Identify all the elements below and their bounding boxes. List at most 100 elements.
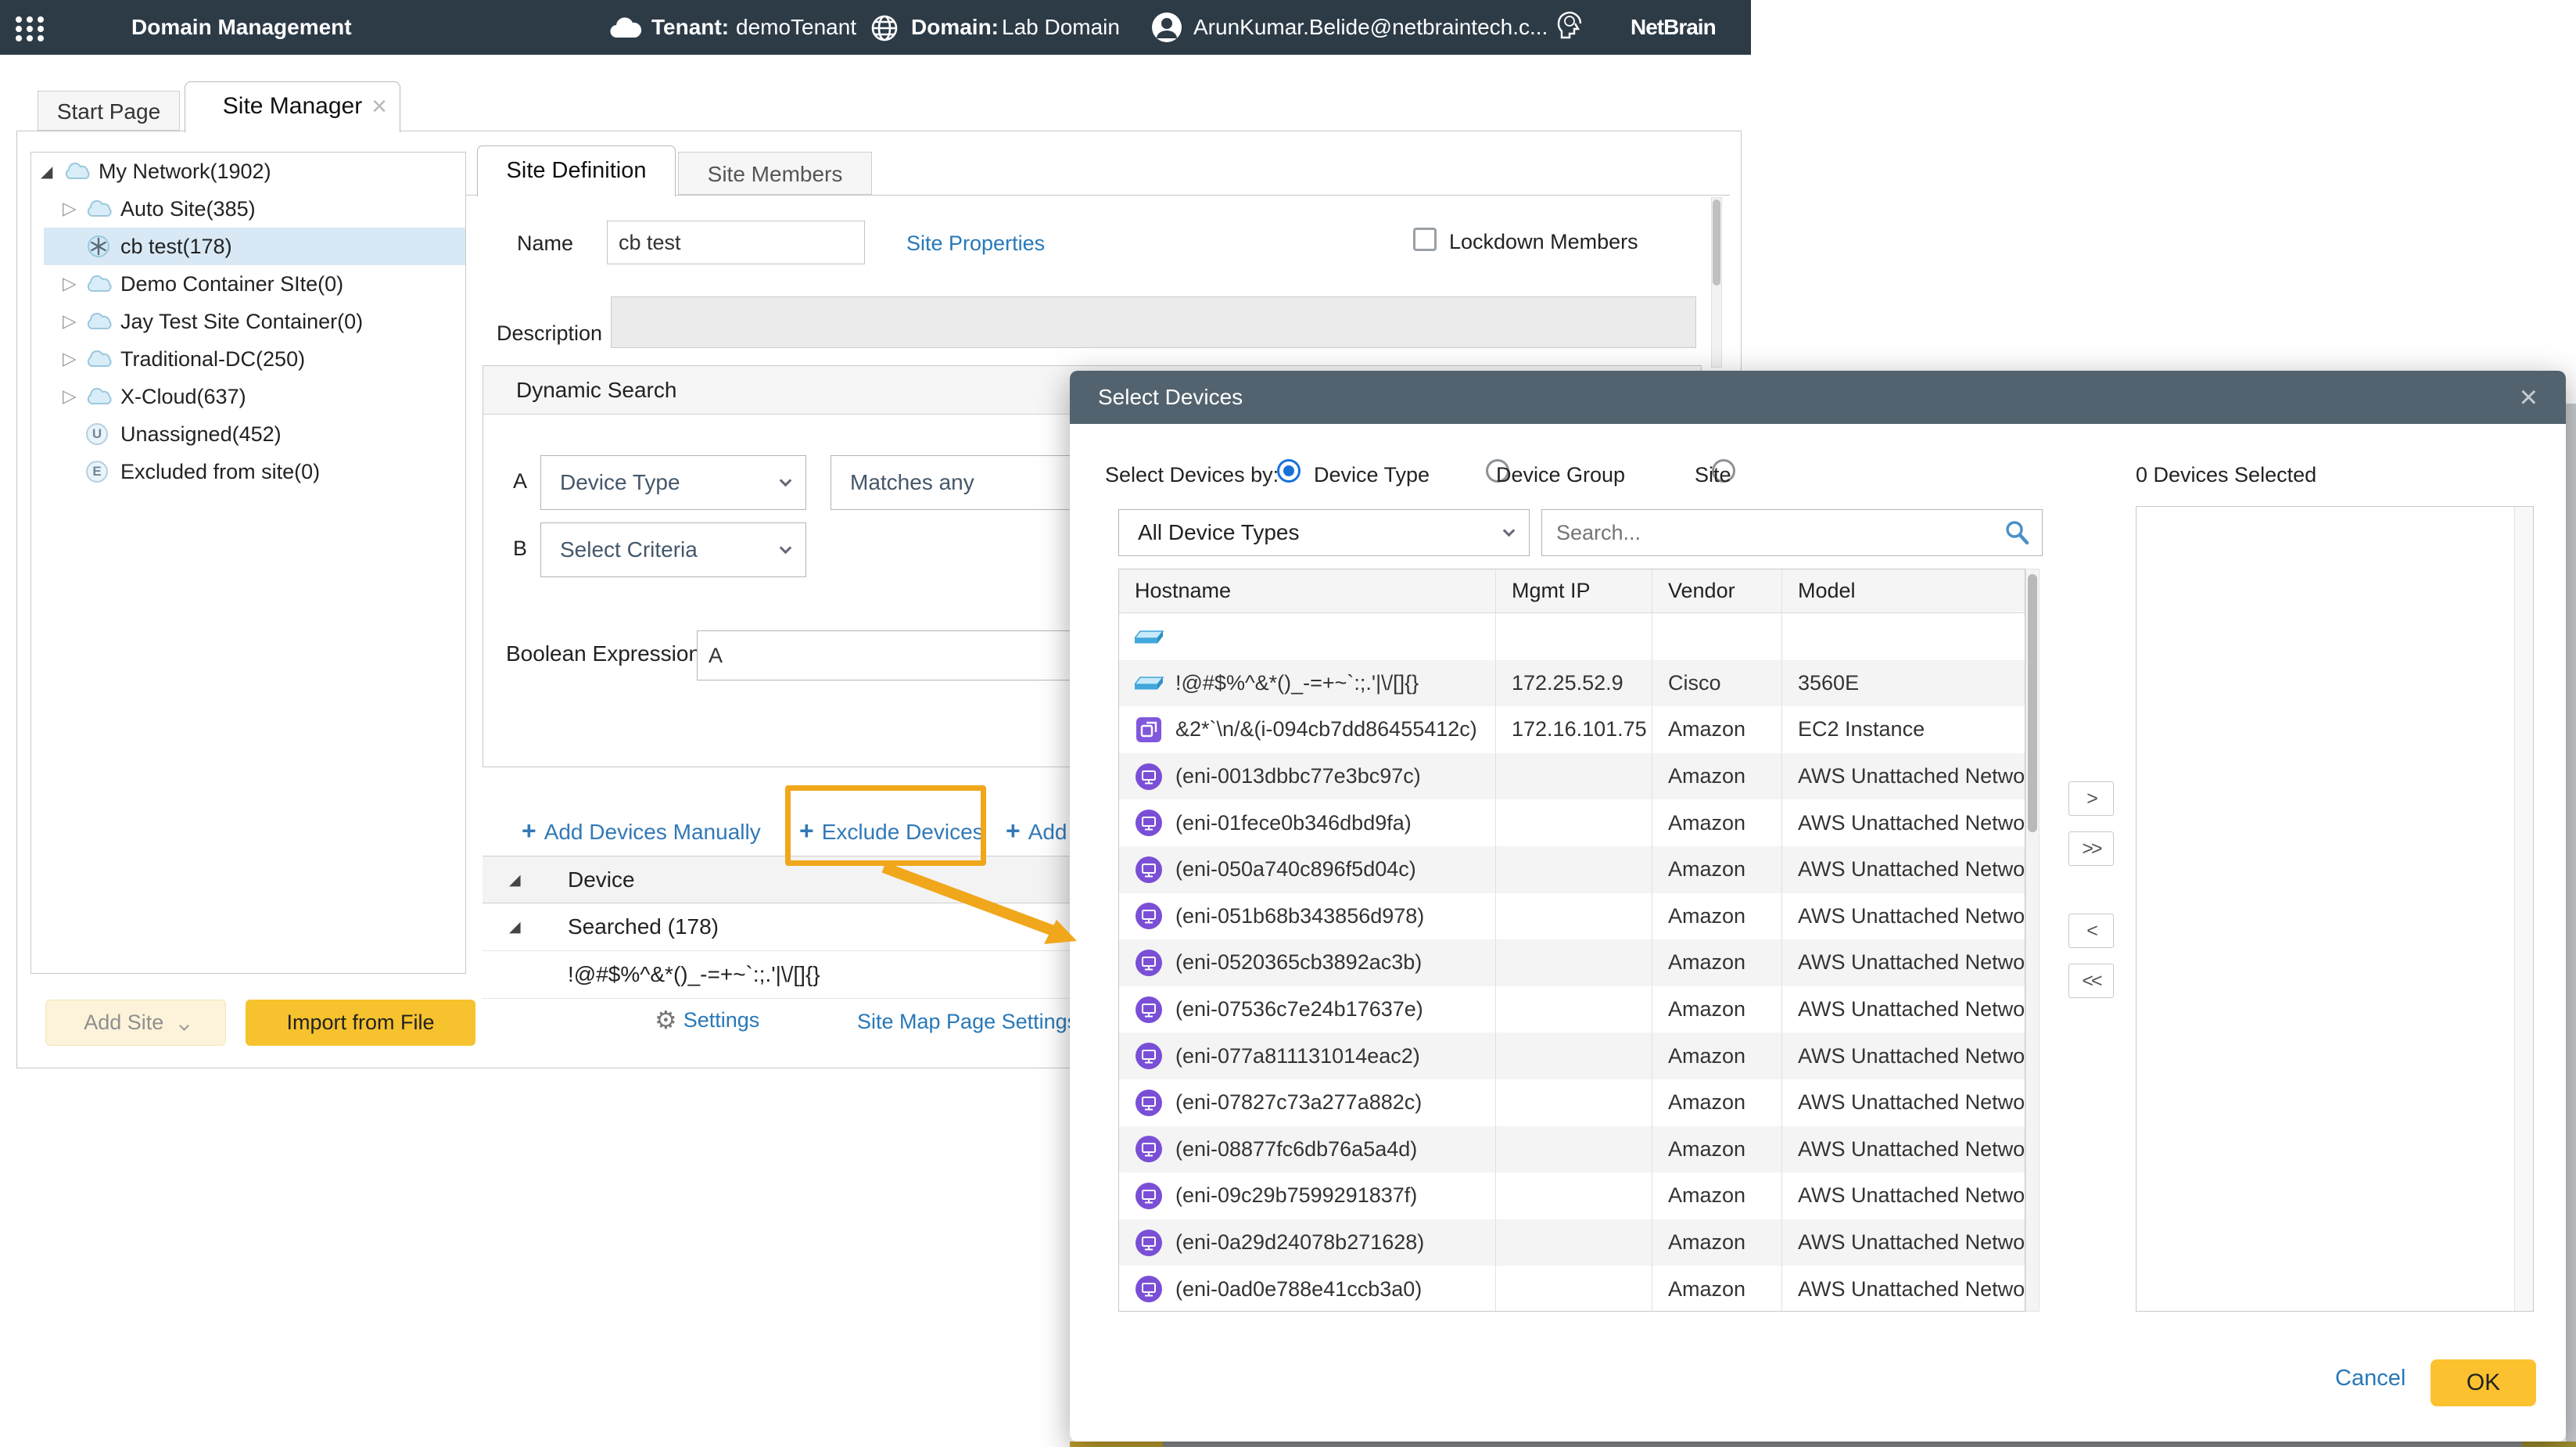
device-row[interactable]: (eni-050a740c896f5d04c) Amazon AWS Unatt… [1119,846,2025,893]
device-table-scrollbar[interactable] [2025,569,2040,1312]
tree-expander-icon[interactable]: ▷ [63,311,86,332]
boolean-expression-input[interactable]: A [697,630,1135,680]
device-icon [1135,1275,1175,1303]
tree-item-label: Excluded from site(0) [120,460,320,484]
device-row[interactable]: (eni-09c29b7599291837f) Amazon AWS Unatt… [1119,1172,2025,1219]
settings-button[interactable]: ⚙Settings [655,1005,759,1035]
add-devices-manually-link[interactable]: +Add Devices Manually [522,817,761,846]
condition-b-select[interactable]: Select Criteria [540,522,806,577]
tree-expander-icon[interactable]: ▷ [63,349,86,369]
device-search-input[interactable] [1542,521,2003,545]
window-scrollbar[interactable] [2566,404,2576,1442]
import-from-file-button[interactable]: Import from File [246,1000,475,1046]
tree-item[interactable]: ▷ X-Cloud(637) [31,378,465,415]
column-vendor: Vendor [1652,569,1782,612]
device-row[interactable]: (eni-07827c73a277a882c) Amazon AWS Unatt… [1119,1079,2025,1126]
device-row[interactable]: (eni-0a29d24078b271628) Amazon AWS Unatt… [1119,1219,2025,1266]
device-row[interactable]: (eni-08877fc6db76a5a4d) Amazon AWS Unatt… [1119,1126,2025,1173]
ok-button[interactable]: OK [2431,1359,2536,1406]
move-right-button[interactable]: > [2068,781,2114,816]
name-field[interactable]: cb test [607,221,865,264]
tab-site-members[interactable]: Site Members [678,152,872,195]
add-site-button[interactable]: Add Site [45,1000,226,1046]
device-model [1782,613,2025,660]
search-icon[interactable] [2003,519,2031,547]
selected-count: 0 Devices Selected [2136,463,2316,487]
tree-item[interactable]: ◢ My Network(1902) [31,153,465,190]
add-more-link[interactable]: +Add [1006,817,1067,846]
device-row[interactable] [1119,613,2025,660]
device-hostname: (eni-08877fc6db76a5a4d) [1175,1137,1417,1162]
app-grid-icon[interactable] [13,12,47,50]
searched-group-label: Searched (178) [568,914,719,939]
site-map-page-settings-link[interactable]: Site Map Page Settings [857,1010,1078,1034]
device-table-body: !@#$%^&*()_-=+~`:;.'|\/[]{} 172.25.52.9 … [1119,613,2025,1312]
select-devices-dialog: Select Devices × Select Devices by: Devi… [1070,371,2566,1442]
lockdown-label: Lockdown Members [1449,230,1638,254]
device-row[interactable]: (eni-0ad0e788e41ccb3a0) Amazon AWS Unatt… [1119,1266,2025,1312]
tree-expander-icon[interactable]: ▷ [63,386,86,407]
device-row[interactable]: !@#$%^&*()_-=+~`:;.'|\/[]{} 172.25.52.9 … [1119,660,2025,707]
device-row[interactable]: (eni-0013dbbc77e3bc97c) Amazon AWS Unatt… [1119,753,2025,800]
move-all-left-button[interactable]: << [2068,964,2114,998]
tab-start-page[interactable]: Start Page [38,91,180,131]
selected-panel-scrollbar[interactable] [2514,507,2533,1311]
tree-item-label: Traditional-DC(250) [120,347,305,372]
site-properties-link[interactable]: Site Properties [906,232,1045,256]
close-icon[interactable]: × [2520,371,2538,424]
device-row[interactable]: (eni-0520365cb3892ac3b) Amazon AWS Unatt… [1119,939,2025,986]
scrollbar-thumb[interactable] [2028,574,2037,832]
device-icon [1135,902,1175,930]
device-row[interactable]: (eni-051b68b343856d978) Amazon AWS Unatt… [1119,893,2025,940]
tree-expander-icon[interactable]: ◢ [41,162,64,181]
tree-item[interactable]: U Unassigned(452) [31,415,465,453]
condition-a-select[interactable]: Device Type [540,455,806,510]
tree-item[interactable]: ▷ Demo Container SIte(0) [31,265,465,303]
device-row[interactable]: (eni-07536c7e24b17637e) Amazon AWS Unatt… [1119,986,2025,1033]
tree-badge: U [86,423,108,445]
chevron-down-icon [780,474,792,487]
cancel-button[interactable]: Cancel [2335,1366,2406,1391]
background-strip-gray [1163,1442,2522,1447]
tree-item[interactable]: ▷ Jay Test Site Container(0) [31,303,465,340]
device-model: AWS Unattached Netwo... [1782,846,2025,893]
tab-site-manager[interactable]: Site Manager × [185,81,400,132]
device-model: AWS Unattached Netwo... [1782,799,2025,846]
tree-item[interactable]: E Excluded from site(0) [31,453,465,490]
site-map-label: Site Map Page Settings [857,1010,1078,1033]
device-row[interactable]: (eni-077a811131014eac2) Amazon AWS Unatt… [1119,1032,2025,1079]
move-all-right-button[interactable]: >> [2068,831,2114,866]
device-icon [1135,1229,1175,1257]
device-icon [1135,1135,1175,1163]
collapse-icon[interactable]: ◢ [509,918,521,935]
scrollbar-thumb[interactable] [1713,199,1720,285]
device-hostname: (eni-0a29d24078b271628) [1175,1230,1424,1255]
device-row[interactable]: &2*`\n/&(i-094cb7dd86455412c) 172.16.101… [1119,706,2025,753]
move-left-button[interactable]: < [2068,914,2114,948]
boolean-expression-value: A [709,644,723,668]
globe-icon [870,13,899,48]
user-email[interactable]: ArunKumar.Belide@netbraintech.c... [1193,0,1548,55]
device-vendor: Amazon [1652,893,1782,940]
tree-item[interactable]: ▷ Traditional-DC(250) [31,340,465,378]
device-vendor [1652,613,1782,660]
radio-device-type-label: Device Type [1314,463,1430,487]
collapse-icon[interactable]: ◢ [509,871,521,889]
domain-label: Domain: [911,0,999,55]
device-row[interactable]: (eni-01fece0b346dbd9fa) Amazon AWS Unatt… [1119,799,2025,846]
tab-close-icon[interactable]: × [371,82,387,131]
tree-item[interactable]: ▷ Auto Site(385) [31,190,465,228]
device-type-filter-select[interactable]: All Device Types [1118,509,1530,556]
tab-site-definition[interactable]: Site Definition [477,145,676,196]
tree-item[interactable]: cb test(178) [31,228,465,265]
tree-expander-icon[interactable]: ▷ [63,274,86,294]
lockdown-checkbox[interactable] [1413,228,1437,251]
tree-expander-icon[interactable]: ▷ [63,199,86,219]
column-mgmt-ip: Mgmt IP [1496,569,1652,612]
radio-site-label: Site [1695,463,1731,487]
radio-device-type[interactable] [1277,459,1301,483]
page-scrollbar[interactable] [1711,197,1722,368]
ai-assistant-icon[interactable] [1552,9,1590,52]
tree-item-icon [86,199,120,218]
user-icon[interactable] [1151,12,1182,48]
